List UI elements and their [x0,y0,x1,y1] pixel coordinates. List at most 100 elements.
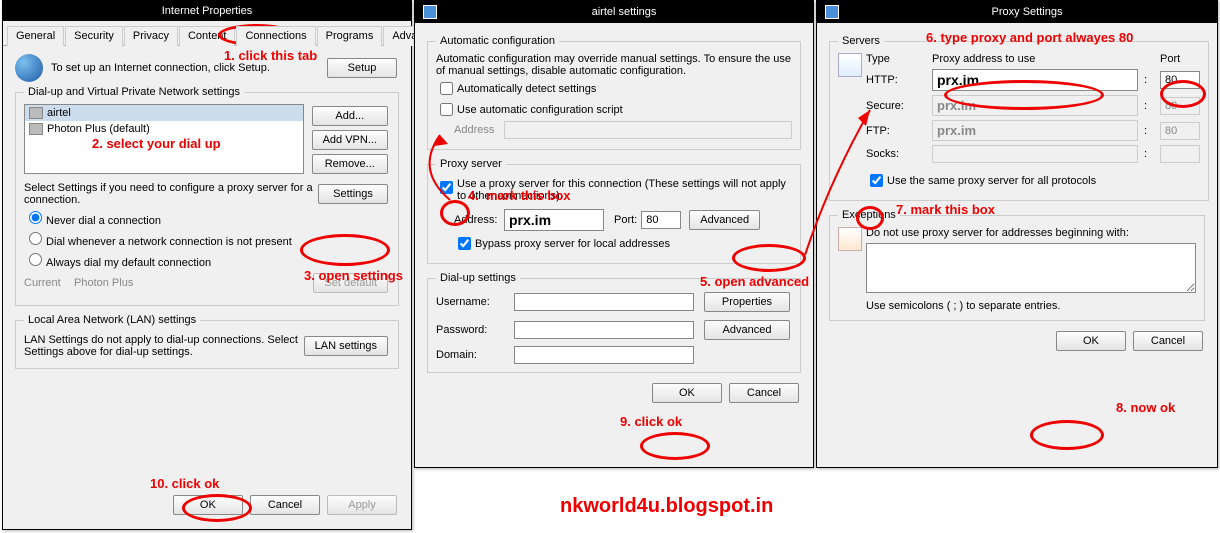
exceptions-legend: Exceptions [838,209,900,221]
lan-legend: Local Area Network (LAN) settings [24,314,200,326]
list-item[interactable]: airtel [25,105,303,121]
colon: : [1144,148,1154,160]
cancel-button[interactable]: Cancel [729,383,799,403]
dialog-icon [423,5,437,19]
setup-text: To set up an Internet connection, click … [51,62,325,74]
tab-programs[interactable]: Programs [317,26,383,46]
ok-button[interactable]: OK [1056,331,1126,351]
titlebar: Proxy Settings [817,1,1217,23]
tab-general[interactable]: General [7,26,64,46]
col-port: Port [1160,53,1200,65]
username-input[interactable] [514,293,694,311]
setup-button[interactable]: Setup [327,58,397,78]
advanced-button[interactable]: Advanced [689,210,760,230]
secure-address-input [932,95,1138,116]
ftp-port-input [1160,122,1200,140]
tab-bar: General Security Privacy Content Connect… [3,21,411,46]
current-value: Photon Plus [74,277,311,289]
row-type: Secure: [866,100,926,112]
advanced-button-2[interactable]: Advanced [704,320,790,340]
dialog-title: Internet Properties [11,5,403,17]
address-label: Address [454,124,504,136]
current-label: Current [24,277,74,289]
socks-port-input [1160,145,1200,163]
radio-label: Always dial my default connection [46,257,211,269]
set-default-button: Set default [313,273,388,293]
checkbox-label: Use the same proxy server for all protoc… [887,175,1096,187]
dialog-icon [825,5,839,19]
col-addr: Proxy address to use [932,53,1138,65]
remove-button[interactable]: Remove... [312,154,388,174]
ok-button[interactable]: OK [652,383,722,403]
row-type: HTTP: [866,74,926,86]
row-type: Socks: [866,148,926,160]
exceptions-textarea[interactable] [866,243,1196,293]
server-icon [838,53,862,77]
radio-always-dial[interactable] [29,253,42,266]
add-button[interactable]: Add... [312,106,388,126]
checkbox-label: Bypass proxy server for local addresses [475,238,670,250]
colon: : [1144,74,1154,86]
auto-text: Automatic configuration may override man… [436,53,792,77]
settings-button[interactable]: Settings [318,184,388,204]
connection-icon [29,123,43,135]
cancel-button[interactable]: Cancel [250,495,320,515]
dialup-legend: Dial-up settings [436,272,520,284]
proxy-legend: Proxy server [436,158,506,170]
exception-icon [838,227,862,251]
internet-properties-dialog: Internet Properties General Security Pri… [2,0,412,530]
same-proxy-checkbox[interactable] [870,174,883,187]
address-label: Address: [454,214,504,226]
add-vpn-button[interactable]: Add VPN... [312,130,388,150]
list-item-label: airtel [47,107,71,119]
apply-button: Apply [327,495,397,515]
bypass-local-checkbox[interactable] [458,237,471,250]
proxy-settings-dialog: Proxy Settings Servers Type Proxy addres… [816,0,1218,468]
ok-button[interactable]: OK [173,495,243,515]
radio-label: Never dial a connection [46,215,161,227]
auto-script-checkbox[interactable] [440,103,453,116]
http-address-input[interactable] [932,69,1138,91]
connections-listbox[interactable]: airtel Photon Plus (default) [24,104,304,174]
tab-content[interactable]: Content [179,26,236,46]
titlebar: Internet Properties [3,1,411,21]
port-label: Port: [614,214,637,226]
connection-icon [29,107,43,119]
checkbox-label: Use a proxy server for this connection (… [457,178,792,202]
proxy-port-input[interactable] [641,211,681,229]
list-item[interactable]: Photon Plus (default) [25,121,303,137]
colon: : [1144,125,1154,137]
cancel-button[interactable]: Cancel [1133,331,1203,351]
tab-privacy[interactable]: Privacy [124,26,178,46]
col-type: Type [866,53,926,65]
exceptions-text: Do not use proxy server for addresses be… [866,227,1196,239]
tab-security[interactable]: Security [65,26,123,46]
password-input[interactable] [514,321,694,339]
secure-port-input [1160,97,1200,115]
exceptions-hint: Use semicolons ( ; ) to separate entries… [866,300,1196,312]
proxy-address-input[interactable] [504,209,604,231]
tab-connections[interactable]: Connections [236,26,315,46]
radio-never-dial[interactable] [29,211,42,224]
servers-legend: Servers [838,35,884,47]
password-label: Password: [436,324,506,336]
socks-address-input [932,145,1138,163]
auto-legend: Automatic configuration [436,35,559,47]
use-proxy-checkbox[interactable] [440,181,453,194]
domain-input[interactable] [514,346,694,364]
auto-detect-checkbox[interactable] [440,82,453,95]
watermark: nkworld4u.blogspot.in [560,495,773,518]
globe-icon [15,54,43,82]
dialog-title: Proxy Settings [845,6,1209,18]
http-port-input[interactable] [1160,71,1200,89]
settings-text: Select Settings if you need to configure… [24,182,316,206]
colon: : [1144,100,1154,112]
script-address-input [504,121,792,139]
lan-settings-button[interactable]: LAN settings [304,336,388,356]
username-label: Username: [436,296,506,308]
dialup-legend: Dial-up and Virtual Private Network sett… [24,86,244,98]
ftp-address-input [932,120,1138,141]
radio-dial-when-no-net[interactable] [29,232,42,245]
properties-button[interactable]: Properties [704,292,790,312]
lan-text: LAN Settings do not apply to dial-up con… [24,334,302,358]
